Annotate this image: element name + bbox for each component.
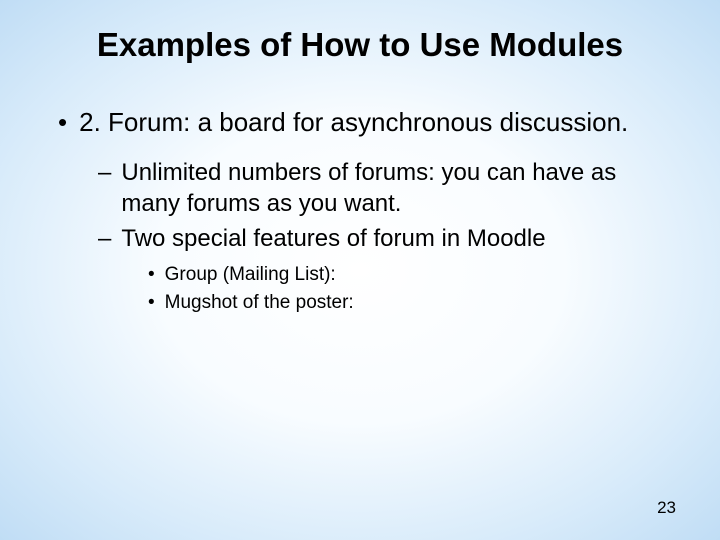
page-number: 23 [657, 498, 676, 518]
slide-title: Examples of How to Use Modules [40, 26, 680, 64]
bullet-text: 2. Forum: a board for asynchronous discu… [79, 106, 680, 139]
bullet-level-3: • Group (Mailing List): [148, 262, 680, 288]
bullet-text: Group (Mailing List): [165, 262, 680, 288]
bullet-marker: • [148, 262, 155, 288]
dash-marker: – [98, 223, 111, 254]
bullet-text: Two special features of forum in Moodle [121, 223, 680, 254]
bullet-marker: • [58, 106, 67, 139]
bullet-level-1: • 2. Forum: a board for asynchronous dis… [58, 106, 680, 139]
bullet-text: Mugshot of the poster: [165, 290, 680, 316]
bullet-text: Unlimited numbers of forums: you can hav… [121, 157, 680, 219]
bullet-marker: • [148, 290, 155, 316]
bullet-level-2: – Unlimited numbers of forums: you can h… [98, 157, 680, 219]
bullet-level-3: • Mugshot of the poster: [148, 290, 680, 316]
dash-marker: – [98, 157, 111, 219]
bullet-level-2: – Two special features of forum in Moodl… [98, 223, 680, 254]
slide: Examples of How to Use Modules • 2. Foru… [0, 0, 720, 540]
